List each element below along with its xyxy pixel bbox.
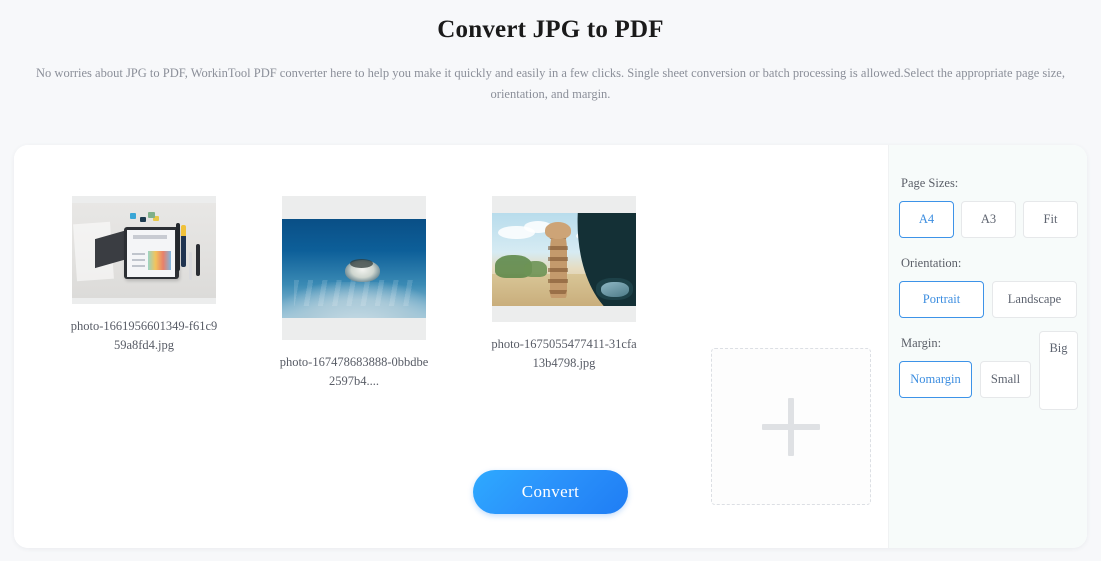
giraffe-spots [548,234,569,297]
converter-card: photo-1661956601349-f61c959a8fd4.jpg pho… [14,145,1087,548]
screen-text-lines [131,253,146,269]
page-size-option-fit[interactable]: Fit [1023,201,1078,238]
tablet-screen [127,229,176,277]
file-thumbnail[interactable] [72,196,216,304]
file-item[interactable]: photo-1661956601349-f61c959a8fd4.jpg [70,196,218,355]
file-thumbnail[interactable] [282,196,426,340]
desk-pen [195,244,200,276]
file-name-label: photo-167478683888-0bbdbe2597b4.... [279,355,429,388]
file-name-label: photo-1675055477411-31cfa13b4798.jpg [491,337,637,370]
page-title: Convert JPG to PDF [437,16,664,43]
thumbnail-art [492,212,636,306]
safari-bush [523,260,547,277]
screen-chart [148,250,172,271]
margin-option-small[interactable]: Small [980,361,1031,398]
settings-pane: Page Sizes: A4 A3 Fit Orientation: Portr… [888,145,1087,548]
screen-band [132,235,167,239]
add-file-tile[interactable] [711,348,871,505]
thumbnail-art [282,218,426,318]
desk-item [148,212,155,218]
convert-button[interactable]: Convert [473,470,628,514]
orientation-option-landscape[interactable]: Landscape [992,281,1077,318]
margin-options: Nomargin Small Big [899,331,1087,410]
desk-tablet [123,227,179,280]
sea-ray-shadow [349,259,373,268]
plus-icon [762,397,820,456]
desk-pen [188,251,193,281]
page-description: No worries about JPG to PDF, WorkinTool … [36,66,1065,101]
page-sizes-options: A4 A3 Fit [899,201,1087,238]
files-pane: photo-1661956601349-f61c959a8fd4.jpg pho… [14,145,888,548]
file-name-label: photo-1661956601349-f61c959a8fd4.jpg [70,319,218,352]
file-item[interactable]: photo-167478683888-0bbdbe2597b4.... [279,196,429,391]
car-mirror-glass [601,282,629,298]
orientation-options: Portrait Landscape [899,281,1087,318]
desk-item [129,212,137,219]
margin-option-nomargin[interactable]: Nomargin [899,361,972,398]
margin-option-big[interactable]: Big [1039,331,1078,410]
giraffe-head [545,221,572,239]
thumbnail-art [72,202,216,298]
thumbnail-image-sea [282,218,426,318]
file-thumbnail[interactable] [492,196,636,322]
page-size-option-a3[interactable]: A3 [961,201,1016,238]
sea-ripples [293,279,415,306]
page-header: Convert JPG to PDF No worries about JPG … [0,0,1101,105]
page-size-option-a4[interactable]: A4 [899,201,954,238]
orientation-label: Orientation: [901,256,962,270]
file-item[interactable]: photo-1675055477411-31cfa13b4798.jpg [491,196,637,373]
thumbnail-image-safari [492,212,636,306]
desk-pen [175,223,180,271]
desk-pen [181,225,187,268]
thumbnail-image-desk [72,202,216,298]
desk-item [139,216,147,223]
orientation-option-portrait[interactable]: Portrait [899,281,984,318]
page-sizes-label: Page Sizes: [901,176,959,190]
